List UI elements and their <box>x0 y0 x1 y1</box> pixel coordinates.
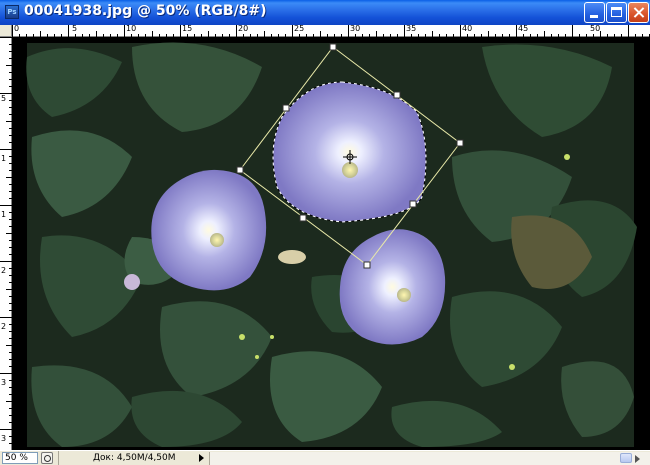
ruler-label: 20 <box>238 24 249 33</box>
close-button[interactable] <box>628 2 649 23</box>
transform-handle <box>236 166 244 174</box>
ruler-label: 5 <box>1 94 7 103</box>
ruler-label: 40 <box>462 24 473 33</box>
transform-handle <box>282 104 290 112</box>
title-bar[interactable]: Ps 00041938.jpg @ 50% (RGB/8#) <box>0 0 650 25</box>
transform-handle <box>456 139 464 147</box>
horizontal-scrollbar[interactable] <box>209 452 650 465</box>
ruler-label: 25 <box>294 24 305 33</box>
ruler-label: 1 <box>1 210 7 219</box>
ruler-label: 1 <box>1 154 7 163</box>
ruler-label: 3 <box>1 434 7 443</box>
ruler-origin-corner[interactable] <box>0 25 12 37</box>
transform-handle <box>363 261 371 269</box>
ruler-label: 2 <box>1 322 7 331</box>
ruler-label: 45 <box>518 24 529 33</box>
transform-handle <box>409 200 417 208</box>
status-navigator-icon[interactable] <box>41 452 53 464</box>
status-bar: 50 % Док: 4,50M/4,50M <box>0 450 650 465</box>
zoom-level-field[interactable]: 50 % <box>2 452 38 464</box>
ruler-label: 3 <box>1 378 7 387</box>
transform-handle <box>299 214 307 222</box>
flower-bud <box>278 250 306 264</box>
ruler-label: 0 <box>14 24 20 33</box>
photoshop-document-icon[interactable]: Ps <box>5 5 19 19</box>
flower-bud <box>124 274 140 290</box>
window-title: 00041938.jpg @ 50% (RGB/8#) <box>24 3 267 19</box>
ruler-label: 35 <box>406 24 417 33</box>
document-canvas[interactable] <box>12 37 650 450</box>
ruler-label: 10 <box>126 24 137 33</box>
scroll-right-arrow-icon[interactable] <box>635 455 640 463</box>
scroll-thumb[interactable] <box>620 453 632 463</box>
document-window: Ps 00041938.jpg @ 50% (RGB/8#) 0 5 10 15… <box>0 0 650 465</box>
ruler-label: 15 <box>182 24 193 33</box>
horizontal-ruler[interactable]: 0 5 10 15 20 25 30 35 40 45 50 <box>12 25 650 37</box>
ruler-label: 2 <box>1 266 7 275</box>
triangle-right-icon[interactable] <box>199 454 204 462</box>
document-size-info: Док: 4,50M/4,50M <box>58 451 198 465</box>
ruler-label: 5 <box>72 24 78 33</box>
photo-image <box>12 37 650 450</box>
vertical-ruler[interactable]: 5 1 1 2 2 3 3 <box>0 37 12 450</box>
horizontal-ruler-ticks <box>12 25 650 37</box>
ruler-label: 50 <box>590 24 601 33</box>
maximize-button[interactable] <box>606 2 627 23</box>
ruler-label: 30 <box>350 24 361 33</box>
transform-handle <box>329 43 337 51</box>
transform-handle <box>393 91 401 99</box>
minimize-button[interactable] <box>584 2 605 23</box>
